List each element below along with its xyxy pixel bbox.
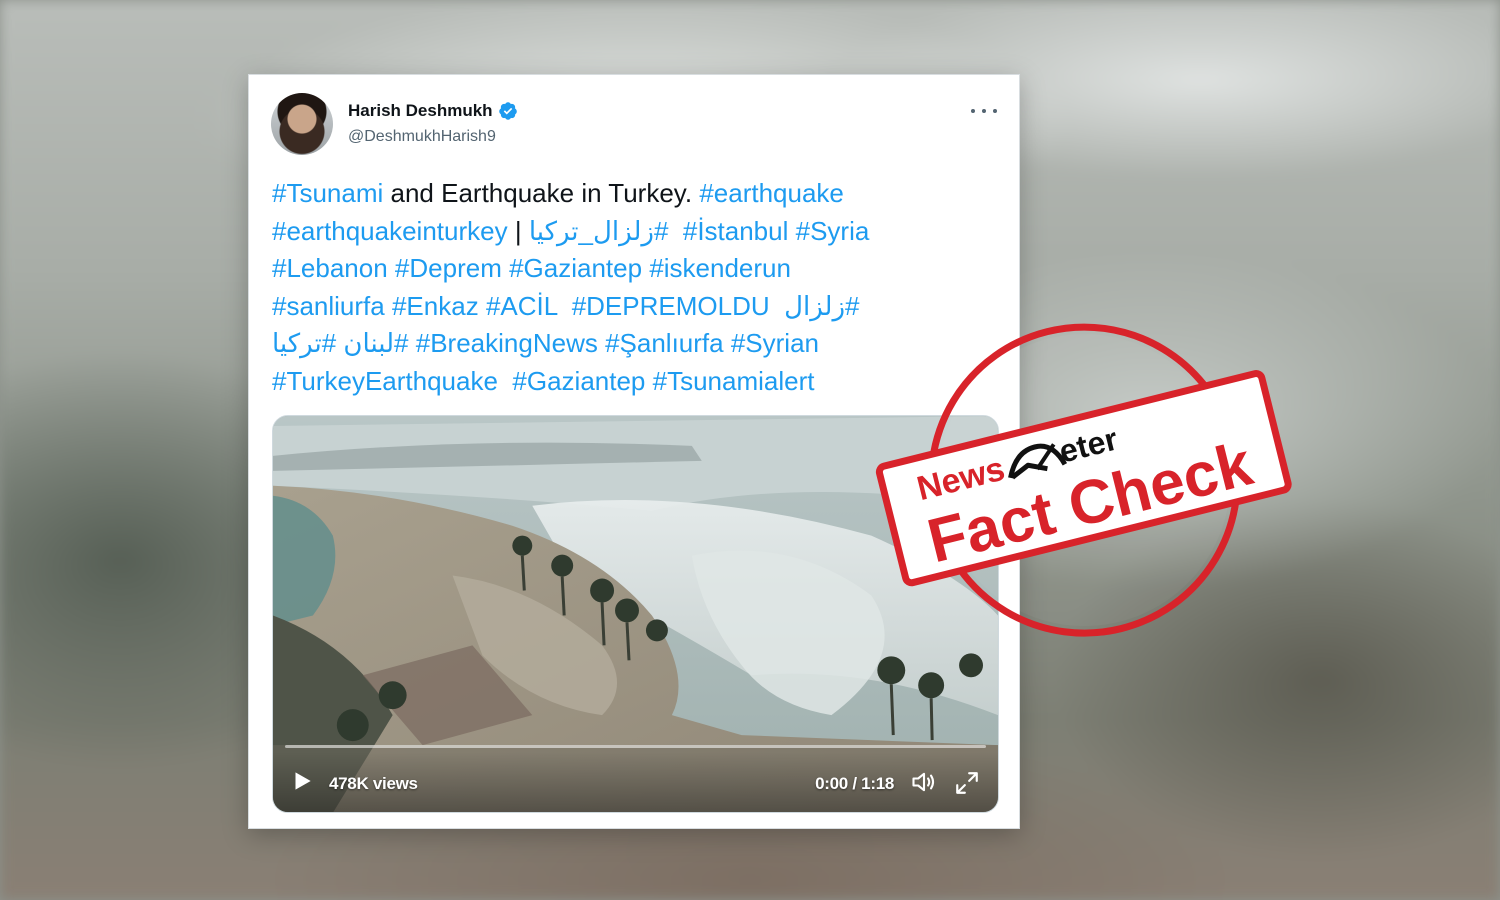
tweet-text-segment xyxy=(788,216,795,246)
tweet-text-segment xyxy=(498,366,512,396)
hashtag-link[interactable]: #BreakingNews xyxy=(416,328,598,358)
hashtag-link[interactable]: #Şanlıurfa xyxy=(605,328,724,358)
tweet-text-segment xyxy=(385,291,392,321)
video-progress-bar[interactable] xyxy=(285,745,986,748)
hashtag-link[interactable]: #İstanbul xyxy=(683,216,789,246)
hashtag-link[interactable]: #Lebanon xyxy=(272,253,388,283)
tweet-text-segment xyxy=(598,328,605,358)
hashtag-link[interactable]: #Deprem xyxy=(395,253,502,283)
hashtag-link[interactable]: #DEPREMOLDU xyxy=(572,291,770,321)
volume-icon[interactable] xyxy=(910,768,938,796)
avatar[interactable] xyxy=(271,93,333,155)
tweet-text-segment xyxy=(409,328,416,358)
tweet-text-segment xyxy=(724,328,731,358)
hashtag-link[interactable]: #earthquakeinturkey xyxy=(272,216,508,246)
hashtag-link[interactable]: #زلزال xyxy=(784,291,859,321)
more-options-icon[interactable] xyxy=(971,101,997,121)
hashtag-link[interactable]: #زلزال_تركيا xyxy=(529,216,669,246)
hashtag-link[interactable]: #sanliurfa xyxy=(272,291,385,321)
tweet-text-segment xyxy=(388,253,395,283)
hashtag-link[interactable]: #Syrian xyxy=(731,328,819,358)
fullscreen-icon[interactable] xyxy=(954,770,980,796)
tweet-text-segment xyxy=(668,216,682,246)
hashtag-link[interactable]: #Syria xyxy=(796,216,870,246)
hashtag-link[interactable]: #Gaziantep xyxy=(512,366,645,396)
hashtag-link[interactable]: #earthquake xyxy=(699,178,844,208)
play-icon[interactable] xyxy=(289,768,315,794)
fact-check-stamp: News eter Fact Check xyxy=(875,323,1292,637)
tweet-text-line: #earthquakeinturkey | #زلزال_تركيا #İsta… xyxy=(272,213,1002,251)
tweet-text-segment xyxy=(557,291,571,321)
hashtag-link[interactable]: #Gaziantep xyxy=(509,253,642,283)
tweet-text-line: #Lebanon #Deprem #Gaziantep #iskenderun xyxy=(272,250,1002,288)
hashtag-link[interactable]: #Tsunami xyxy=(272,178,383,208)
hashtag-link[interactable]: #تركيا xyxy=(272,328,336,358)
hashtag-link[interactable]: #iskenderun xyxy=(649,253,791,283)
tweet-text-segment: | xyxy=(507,215,529,246)
tweet-text-line: #Tsunami and Earthquake in Turkey. #eart… xyxy=(272,175,1002,213)
author-name[interactable]: Harish Deshmukh xyxy=(348,101,493,121)
author-name-row[interactable]: Harish Deshmukh xyxy=(348,101,518,121)
hashtag-link[interactable]: #لبنان xyxy=(343,328,408,358)
tweet-text-segment xyxy=(502,253,509,283)
hashtag-link[interactable]: #TurkeyEarthquake xyxy=(272,366,498,396)
author-handle[interactable]: @DeshmukhHarish9 xyxy=(348,128,496,146)
video-time: 0:00 / 1:18 xyxy=(815,774,894,793)
hashtag-link[interactable]: #Enkaz xyxy=(392,291,479,321)
hashtag-link[interactable]: #Tsunamialert xyxy=(653,366,815,396)
tweet-text-segment: and Earthquake in Turkey. xyxy=(383,178,700,208)
views-count: 478K views xyxy=(329,774,418,793)
tweet-text-segment xyxy=(645,366,652,396)
hashtag-link[interactable]: #ACİL xyxy=(486,291,557,321)
tweet-text-segment xyxy=(770,291,784,321)
verified-badge-icon xyxy=(498,102,517,120)
tweet-text-segment xyxy=(479,291,486,321)
